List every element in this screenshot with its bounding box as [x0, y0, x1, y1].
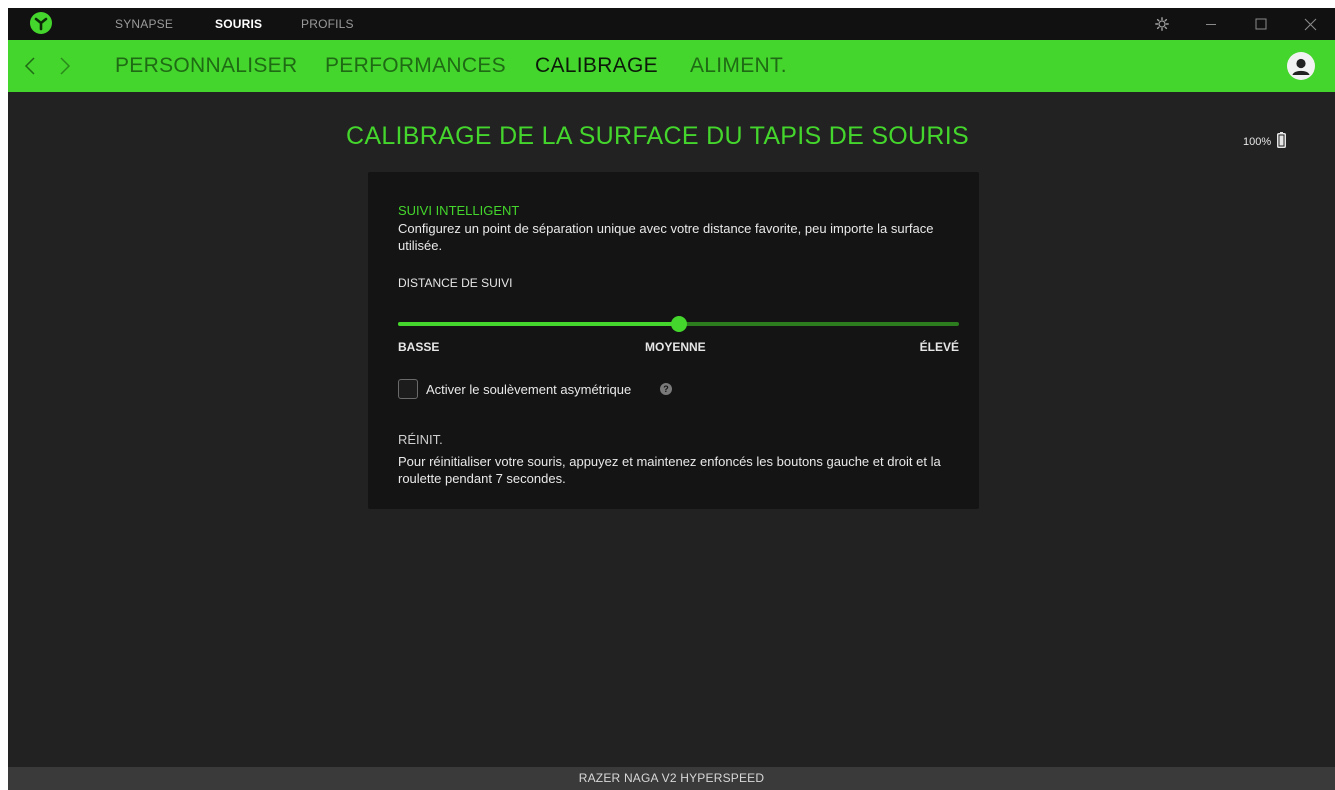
asymmetric-lift-label: Activer le soulèvement asymétrique — [426, 382, 632, 397]
close-icon[interactable] — [1290, 8, 1330, 40]
tracking-distance-slider[interactable] — [398, 316, 959, 332]
reset-instructions: Pour réinitialiser votre souris, appuyez… — [398, 454, 941, 486]
app-window: SYNAPSE SOURIS PROFILS PERSONNALISER PER… — [8, 8, 1335, 790]
tab-aliment[interactable]: ALIMENT. — [690, 54, 787, 78]
battery-percentage: 100% — [1243, 136, 1272, 148]
forward-arrow-icon[interactable] — [55, 55, 75, 77]
maximize-icon[interactable] — [1241, 8, 1281, 40]
tab-personnaliser[interactable]: PERSONNALISER — [115, 54, 297, 78]
help-icon[interactable]: ? — [660, 383, 672, 395]
user-avatar-icon[interactable] — [1287, 52, 1315, 80]
asymmetric-lift-checkbox[interactable] — [398, 379, 418, 399]
minimize-icon[interactable] — [1191, 8, 1231, 40]
battery-icon — [1277, 131, 1287, 153]
title-bar: SYNAPSE SOURIS PROFILS — [8, 8, 1335, 40]
tab-calibrage[interactable]: CALIBRAGE — [535, 54, 658, 78]
battery-status: 100% — [1243, 131, 1287, 153]
tab-profils[interactable]: PROFILS — [301, 17, 354, 31]
page-title: CALIBRAGE DE LA SURFACE DU TAPIS DE SOUR… — [346, 122, 969, 150]
tracking-distance-label: DISTANCE DE SUIVI — [398, 276, 513, 290]
smart-tracking-description: Configurez un point de séparation unique… — [398, 221, 934, 253]
settings-gear-icon[interactable] — [1142, 8, 1182, 40]
tab-souris[interactable]: SOURIS — [215, 17, 262, 31]
slider-max-label: ÉLEVÉ — [919, 340, 959, 354]
reset-heading: RÉINIT. — [398, 432, 443, 447]
slider-mid-label: MOYENNE — [645, 340, 706, 354]
device-name-footer: RAZER NAGA V2 HYPERSPEED — [8, 767, 1335, 790]
tab-synapse[interactable]: SYNAPSE — [115, 17, 173, 31]
back-arrow-icon[interactable] — [20, 55, 40, 77]
slider-min-label: BASSE — [398, 340, 440, 354]
razer-logo-icon[interactable] — [30, 12, 52, 34]
slider-thumb[interactable] — [670, 316, 687, 332]
slider-fill — [398, 322, 679, 326]
tab-performances[interactable]: PERFORMANCES — [325, 54, 506, 78]
smart-tracking-card: SUIVI INTELLIGENT Configurez un point de… — [368, 172, 979, 509]
section-nav-bar: PERSONNALISER PERFORMANCES CALIBRAGE ALI… — [8, 40, 1335, 92]
smart-tracking-heading: SUIVI INTELLIGENT — [398, 203, 520, 218]
